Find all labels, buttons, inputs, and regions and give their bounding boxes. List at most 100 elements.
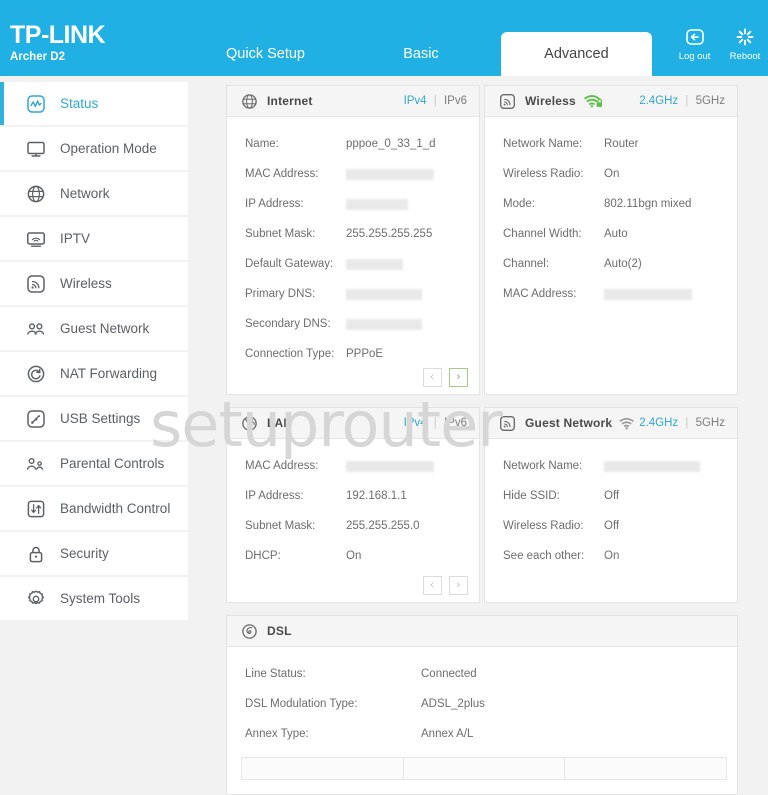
tab-advanced[interactable]: Advanced — [500, 32, 652, 76]
row-key: Channel Width: — [503, 228, 582, 240]
brand-name: TP-LINK — [10, 21, 106, 49]
redacted-value — [346, 318, 422, 330]
info-row: Network Name: — [485, 451, 737, 481]
row-key: See each other: — [503, 550, 585, 562]
sidebar-item-system-tools[interactable]: System Tools — [0, 577, 188, 622]
app-header: TP-LINK Archer D2 Quick Setup Basic Adva… — [0, 0, 768, 76]
tab-basic[interactable]: Basic — [345, 32, 496, 76]
row-value: pppoe_0_33_1_d — [346, 138, 436, 150]
redacted-value — [346, 198, 408, 210]
sidebar-item-bandwidth-control[interactable]: Bandwidth Control — [0, 487, 188, 532]
band-24ghz-option[interactable]: 2.4GHz — [639, 95, 678, 107]
info-row: DSL Modulation Type: ADSL_2plus — [227, 689, 737, 719]
info-row: Line Status: Connected — [227, 659, 737, 689]
lock-icon — [22, 542, 50, 566]
row-key: Channel: — [503, 258, 550, 270]
row-value: Connected — [421, 668, 477, 680]
row-value: 802.11bgn mixed — [604, 198, 692, 210]
header-actions: Log out Reboot — [672, 27, 768, 62]
info-row: MAC Address: — [227, 159, 479, 189]
band-24ghz-option[interactable]: 2.4GHz — [639, 417, 678, 429]
main-content: Internet IPv4 | IPv6 Name: pppoe_0_33_1_… — [188, 76, 768, 795]
sidebar-nav: Status Operation Mode Network IPTV Wirel… — [0, 76, 188, 774]
info-row: Name: pppoe_0_33_1_d — [227, 129, 479, 159]
table-row — [241, 757, 727, 780]
row-value: Auto — [604, 228, 628, 240]
sidebar-item-label: Parental Controls — [60, 456, 165, 471]
sidebar-item-operation-mode[interactable]: Operation Mode — [0, 127, 188, 172]
sidebar-item-label: Guest Network — [60, 321, 150, 336]
redacted-value — [346, 460, 434, 472]
row-value: On — [604, 168, 620, 180]
info-row: See each other: On — [485, 541, 737, 571]
info-row: DHCP: On — [227, 541, 479, 571]
row-value: 255.255.255.0 — [346, 520, 420, 532]
logout-button[interactable]: Log out — [672, 27, 718, 62]
sidebar-item-parental-controls[interactable]: Parental Controls — [0, 442, 188, 487]
row-key: Hide SSID: — [503, 490, 560, 502]
row-key: Primary DNS: — [245, 288, 316, 300]
table-cell — [241, 757, 404, 780]
globe-icon — [22, 182, 50, 206]
pager-prev-button[interactable]: ‹ — [422, 576, 442, 595]
table-cell — [564, 757, 727, 780]
sidebar-item-wireless[interactable]: Wireless — [0, 262, 188, 307]
band-toggle: 2.4GHz | 5GHz — [639, 417, 725, 429]
band-5ghz-option[interactable]: 5GHz — [696, 417, 725, 429]
row-key: Subnet Mask: — [245, 520, 316, 532]
info-row: IP Address: — [227, 189, 479, 219]
sidebar-item-usb-settings[interactable]: USB Settings — [0, 397, 188, 442]
sidebar-item-nat-forwarding[interactable]: NAT Forwarding — [0, 352, 188, 397]
sidebar-item-label: USB Settings — [60, 411, 141, 426]
band-5ghz-option[interactable]: 5GHz — [696, 95, 725, 107]
sidebar-item-label: NAT Forwarding — [60, 366, 158, 381]
panel-title: Internet — [267, 94, 313, 108]
row-value: PPPoE — [346, 348, 384, 360]
info-row: Hide SSID: Off — [485, 481, 737, 511]
tab-quick-setup[interactable]: Quick Setup — [190, 32, 341, 76]
pager-next-button[interactable]: › — [449, 576, 468, 595]
redacted-value — [346, 288, 422, 300]
row-key: Annex Type: — [245, 728, 309, 740]
row-key: DSL Modulation Type: — [245, 698, 358, 710]
row-value: ADSL_2plus — [421, 698, 485, 710]
ipv4-option[interactable]: IPv4 — [404, 95, 427, 107]
row-value: On — [604, 550, 620, 562]
usb-settings-icon — [22, 407, 50, 431]
ipv6-option[interactable]: IPv6 — [444, 417, 467, 429]
row-value: Off — [604, 520, 620, 532]
pager-prev-button[interactable]: ‹ — [422, 368, 442, 387]
sidebar-item-label: Network — [60, 186, 110, 201]
sidebar-item-status[interactable]: Status — [0, 82, 188, 127]
wifi-secured-icon — [583, 93, 603, 109]
row-value: Auto(2) — [604, 258, 642, 270]
row-value: Annex A/L — [421, 728, 474, 740]
pager-next-button[interactable]: › — [449, 368, 468, 387]
row-value: Off — [604, 490, 620, 502]
sidebar-item-label: IPTV — [60, 231, 91, 246]
ipv6-option[interactable]: IPv6 — [444, 95, 467, 107]
info-row: MAC Address: — [227, 451, 479, 481]
panel-lan-header: LAN IPv4 | IPv6 — [227, 408, 479, 439]
table-cell — [402, 757, 566, 780]
sidebar-item-iptv[interactable]: IPTV — [0, 217, 188, 262]
wireless-icon — [497, 91, 517, 111]
info-row: Wireless Radio: Off — [485, 511, 737, 541]
info-row: Secondary DNS: — [227, 309, 479, 339]
row-key: Line Status: — [245, 668, 306, 680]
logout-icon — [672, 27, 718, 49]
sidebar-item-guest-network[interactable]: Guest Network — [0, 307, 188, 352]
sidebar-item-network[interactable]: Network — [0, 172, 188, 217]
panel-dsl-header: DSL — [227, 616, 737, 647]
row-key: Name: — [245, 138, 279, 150]
sidebar-item-security[interactable]: Security — [0, 532, 188, 577]
panel-internet-header: Internet IPv4 | IPv6 — [227, 86, 479, 117]
info-row: Mode: 802.11bgn mixed — [485, 189, 737, 219]
row-key: MAC Address: — [245, 460, 319, 472]
toggle-separator: | — [433, 417, 437, 429]
reboot-button[interactable]: Reboot — [722, 27, 768, 62]
ipv4-option[interactable]: IPv4 — [404, 417, 427, 429]
guest-network-icon — [22, 317, 50, 341]
info-row: Subnet Mask: 255.255.255.0 — [227, 511, 479, 541]
bandwidth-control-icon — [22, 497, 50, 521]
